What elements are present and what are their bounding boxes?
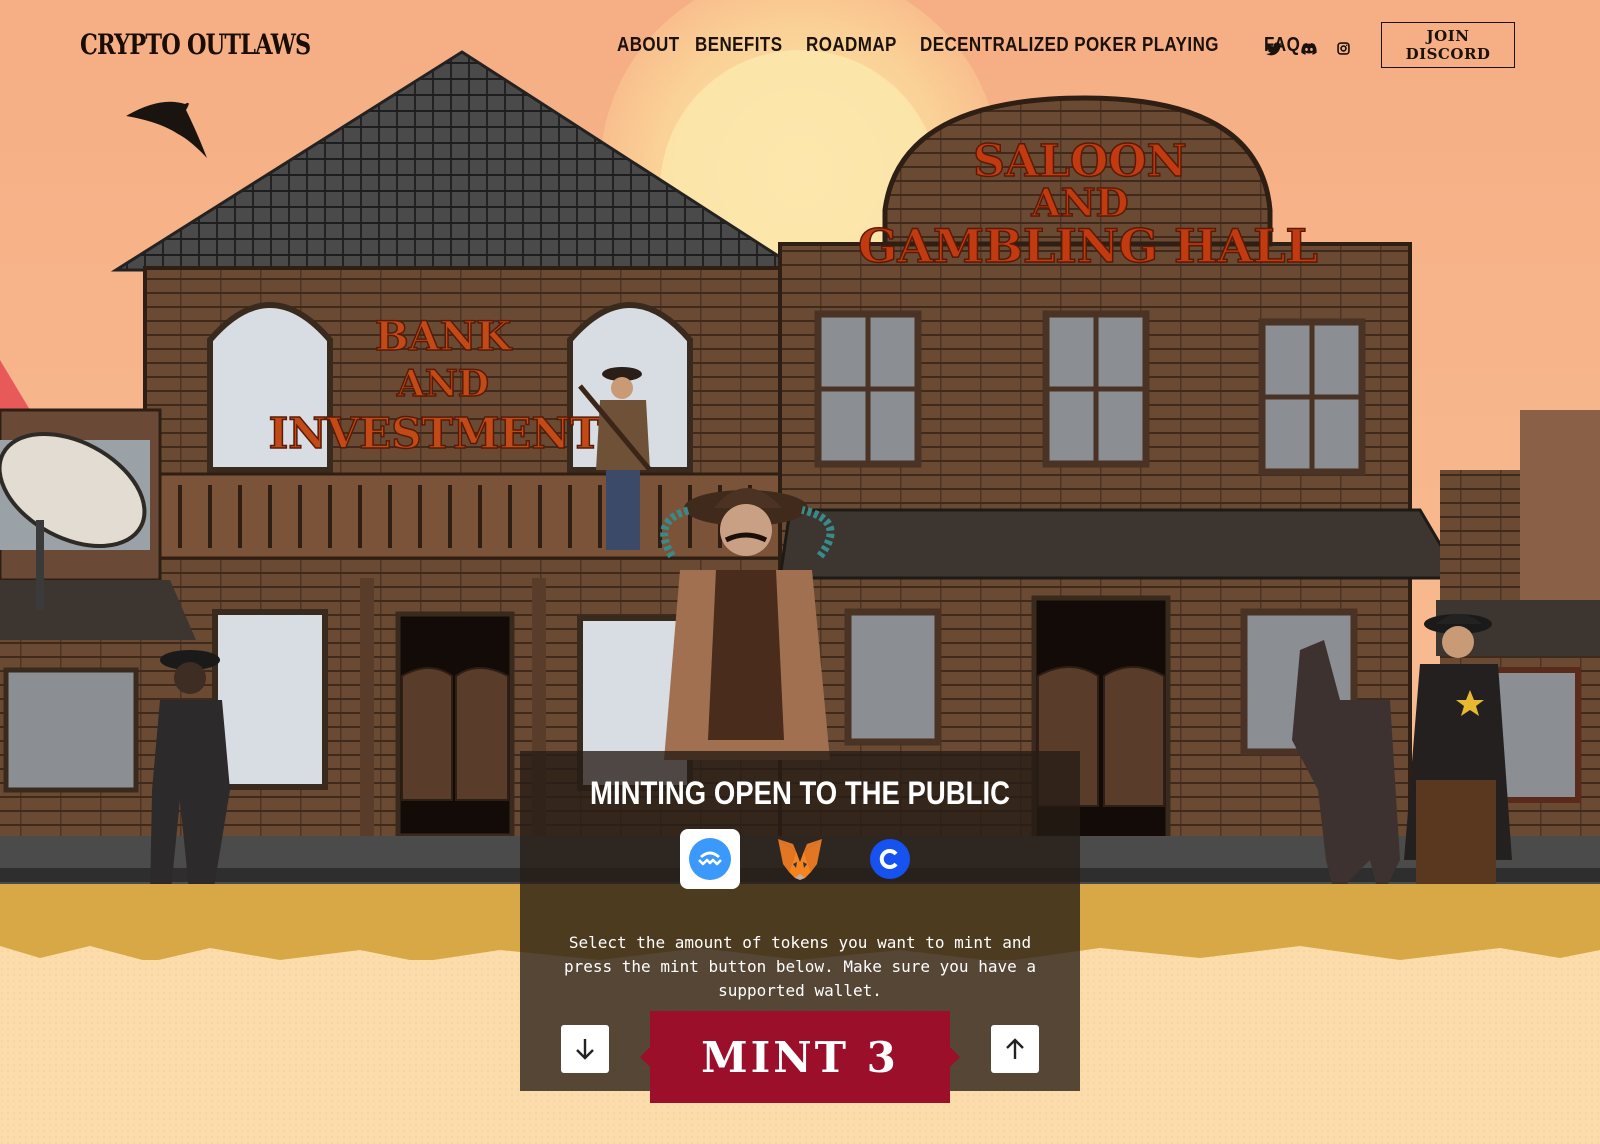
increase-amount-button[interactable] <box>991 1025 1039 1073</box>
mint-instructions: Select the amount of tokens you want to … <box>563 933 1036 1000</box>
twitter-icon[interactable] <box>1265 40 1282 57</box>
nav-roadmap[interactable]: ROADMAP <box>806 34 897 57</box>
bank-sign-line-1: BANK <box>375 313 512 360</box>
coinbase-wallet-icon[interactable] <box>860 829 920 889</box>
nav-decentralized-poker-playing[interactable]: DECENTRALIZED POKER PLAYING <box>920 34 1219 57</box>
nav-about[interactable]: ABOUT <box>617 34 680 57</box>
nav-benefits[interactable]: BENEFITS <box>695 34 782 57</box>
bank-sign-line-2: AND <box>396 363 489 405</box>
saloon-sign-line-3: GAMBLING HALL <box>858 219 1318 273</box>
main-nav: ABOUT BENEFITS ROADMAP DECENTRALIZED POK… <box>617 34 1307 57</box>
decrease-amount-button[interactable] <box>561 1025 609 1073</box>
join-discord-button[interactable]: JOIN DISCORD <box>1381 22 1515 68</box>
metamask-icon[interactable] <box>770 829 830 889</box>
site-header: CRYPTO OUTLAWS ABOUT BENEFITS ROADMAP DE… <box>0 0 1600 96</box>
instagram-icon[interactable] <box>1335 40 1352 57</box>
arrow-down-icon <box>576 1039 594 1060</box>
wallet-options <box>520 829 1080 889</box>
social-links <box>1265 40 1352 57</box>
mint-button[interactable]: MINT 3 <box>640 1011 960 1103</box>
arrow-up-icon <box>1006 1038 1024 1059</box>
site-logo[interactable]: CRYPTO OUTLAWS <box>80 28 311 61</box>
bank-sign-line-3: INVESTMENTS <box>269 409 632 458</box>
walletconnect-icon[interactable] <box>680 829 740 889</box>
discord-icon[interactable] <box>1300 40 1317 57</box>
mint-panel-title: MINTING OPEN TO THE PUBLIC <box>590 775 1010 811</box>
